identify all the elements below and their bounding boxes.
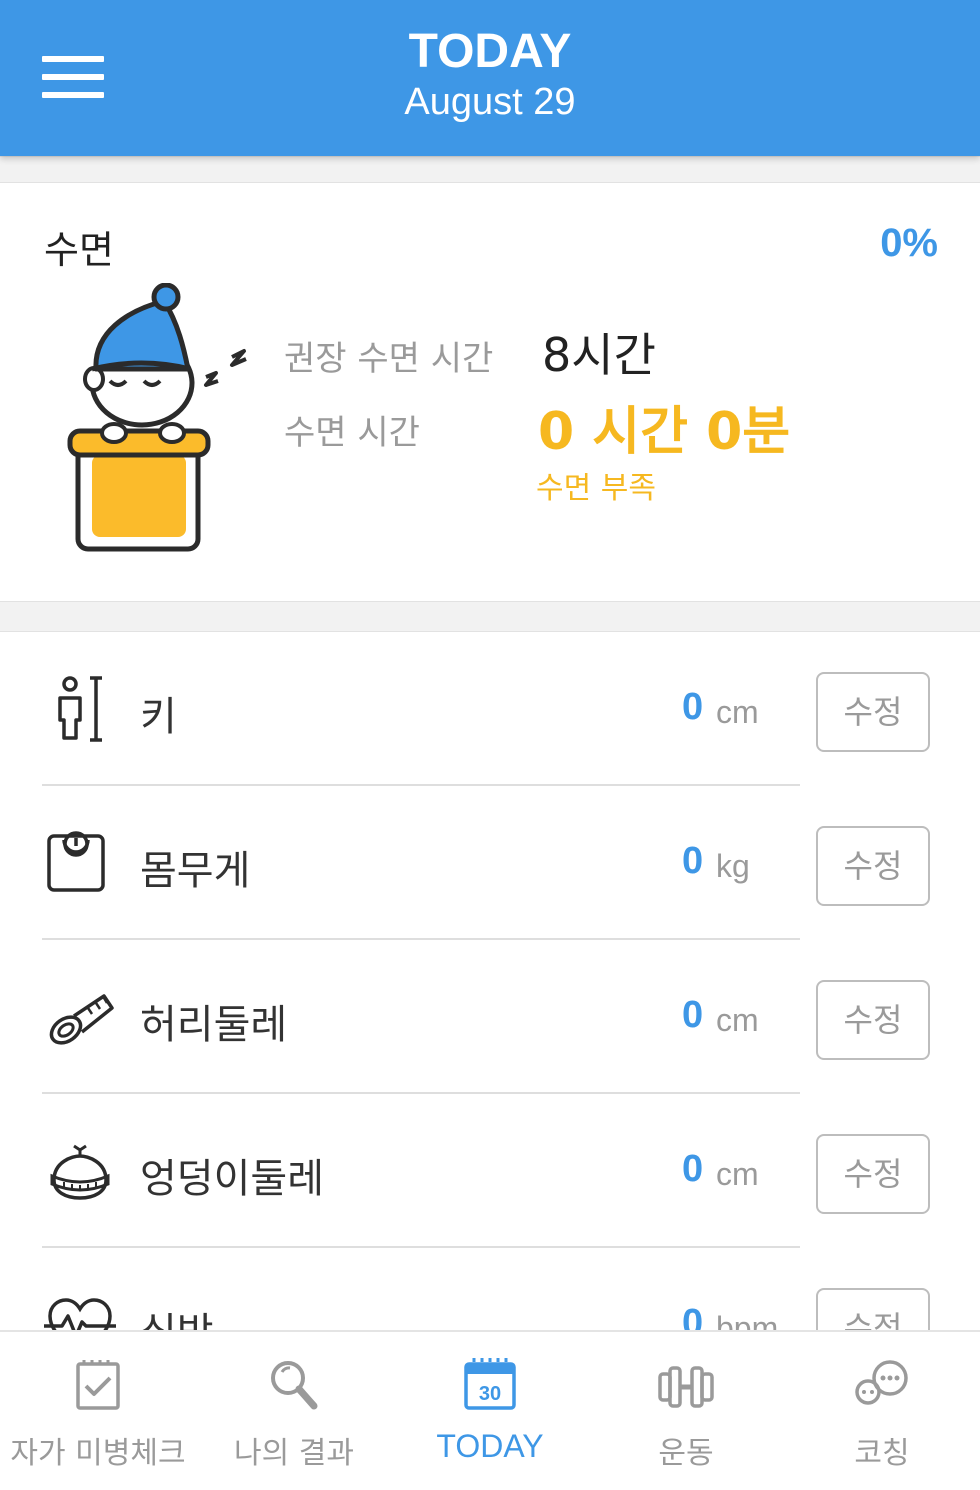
sleep-time-value: 0 시간 0분 [538, 402, 791, 462]
metric-value: 0 [682, 686, 704, 728]
app-header: TODAY August 29 [0, 0, 980, 156]
list-item: 엉덩이둘레 0 cm 수정 [0, 1094, 980, 1248]
edit-button[interactable]: 수정 [816, 1134, 930, 1214]
metric-label: 몸무게 [140, 848, 251, 894]
sleeping-child-icon [67, 283, 247, 552]
list-item: 몸무게 0 kg 수정 [0, 786, 980, 940]
sleep-percent: 0% [880, 221, 938, 265]
list-item: 심박 0 bpm 수정 [0, 1248, 980, 1330]
metric-value: 0 [682, 1302, 704, 1330]
metric-value: 0 [682, 1148, 704, 1190]
nav-item-today[interactable]: 30 TODAY [392, 1332, 588, 1490]
section-gap [0, 156, 980, 183]
section-gap [0, 601, 980, 632]
recommended-sleep-label: 권장 수면 시간 [284, 339, 494, 379]
metric-label: 심박 [140, 1300, 214, 1330]
page-title: TODAY [408, 25, 572, 78]
metric-value: 0 [682, 840, 704, 882]
scale-icon [47, 831, 105, 892]
nav-item-coaching[interactable]: 코칭 [784, 1332, 980, 1490]
hip-measure-icon [50, 1144, 110, 1200]
nav-item-my-results[interactable]: 나의 결과 [196, 1332, 392, 1490]
metric-label: 키 [140, 694, 177, 740]
nav-label: TODAY [436, 1428, 544, 1464]
nav-label: 자가 미병체크 [10, 1436, 186, 1471]
sleep-time-label: 수면 시간 [284, 413, 420, 453]
metric-unit: cm [716, 1002, 759, 1038]
calendar-day: 30 [479, 1383, 501, 1405]
metric-unit: kg [716, 848, 750, 884]
list-item: 허리둘레 0 cm 수정 [0, 940, 980, 1094]
chat-bubbles-icon [855, 1360, 908, 1405]
nav-label: 나의 결과 [234, 1436, 354, 1471]
metric-unit: cm [716, 694, 759, 730]
magnifier-icon [271, 1361, 318, 1410]
edit-button[interactable]: 수정 [816, 826, 930, 906]
calendar-icon: 30 [464, 1358, 516, 1410]
metric-label: 엉덩이둘레 [140, 1156, 324, 1202]
height-icon [58, 676, 102, 742]
bottom-nav: 자가 미병체크 나의 결과 30 TODAY 운동 코칭 [0, 1330, 980, 1490]
sleep-card[interactable]: 수면 0% 권장 수면 시간 8시간 수면 시간 0 시간 0분 수면 부족 [0, 183, 980, 601]
edit-button[interactable]: 수정 [816, 672, 930, 752]
tape-measure-icon [49, 994, 114, 1045]
nav-item-exercise[interactable]: 운동 [588, 1332, 784, 1490]
nav-label: 코칭 [854, 1436, 910, 1471]
sleep-status: 수면 부족 [536, 471, 656, 506]
metric-value: 0 [682, 994, 704, 1036]
metric-unit: bpm [716, 1310, 779, 1330]
edit-button[interactable]: 수정 [816, 1288, 930, 1330]
list-item: 키 0 cm 수정 [0, 632, 980, 786]
edit-button[interactable]: 수정 [816, 980, 930, 1060]
dumbbell-icon [658, 1366, 714, 1408]
metric-unit: cm [716, 1156, 759, 1192]
recommended-sleep-value: 8시간 [542, 328, 656, 382]
metric-label: 허리둘레 [140, 1002, 288, 1048]
nav-item-self-check[interactable]: 자가 미병체크 [0, 1332, 196, 1490]
sleep-title: 수면 [44, 228, 114, 272]
metrics-list: 키 0 cm 수정 몸무게 0 kg 수정 허리둘레 0 cm 수정 엉덩이둘레… [0, 632, 980, 1330]
page-date: August 29 [404, 81, 576, 123]
heartbeat-icon [44, 1298, 116, 1330]
nav-label: 운동 [658, 1436, 714, 1471]
checklist-icon [76, 1360, 120, 1410]
